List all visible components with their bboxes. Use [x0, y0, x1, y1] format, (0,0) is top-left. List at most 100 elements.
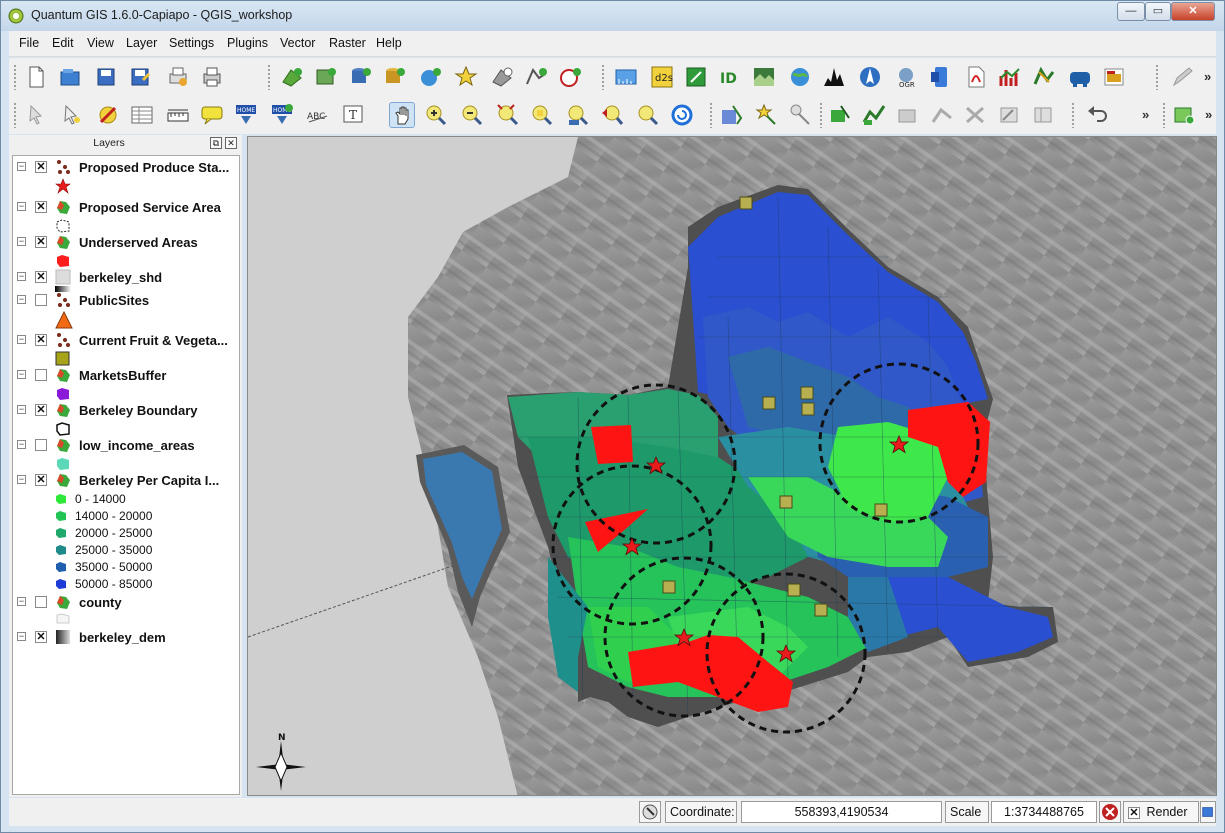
- collapse-toggle-icon[interactable]: −: [17, 237, 26, 246]
- undock-panel-icon[interactable]: ⧉: [210, 137, 222, 149]
- measure-line-icon[interactable]: [613, 64, 639, 90]
- render-checkbox[interactable]: ✕: [1128, 806, 1140, 819]
- menu-raster[interactable]: Raster: [329, 36, 366, 50]
- toolbar-grip[interactable]: [1071, 102, 1075, 128]
- layer-visibility-checkbox[interactable]: ✕: [35, 474, 47, 486]
- toggle-coordinate-capture-icon[interactable]: [639, 801, 661, 823]
- new-bookmark-icon[interactable]: HOME: [233, 102, 259, 128]
- raster-calculator-icon[interactable]: [751, 64, 777, 90]
- menu-plugins[interactable]: Plugins: [227, 36, 268, 50]
- north-arrow-icon[interactable]: [857, 64, 883, 90]
- layer-properties-icon[interactable]: [1101, 64, 1127, 90]
- ogr-converter-icon[interactable]: OGR: [893, 64, 919, 90]
- toolbar-grip[interactable]: [13, 102, 17, 128]
- toolbar-overflow-chevron-icon[interactable]: »: [1142, 107, 1149, 122]
- layer-item-proposed-service-area[interactable]: − ✕ Proposed Service Area: [13, 198, 239, 218]
- close-panel-icon[interactable]: ✕: [225, 137, 237, 149]
- select-features-icon[interactable]: [59, 102, 85, 128]
- add-vector-layer-icon[interactable]: [279, 64, 305, 90]
- toolbar-overflow-chevron-icon[interactable]: »: [1205, 107, 1212, 122]
- menu-layer[interactable]: Layer: [126, 36, 157, 50]
- attribute-table-icon[interactable]: [129, 102, 155, 128]
- node-tool-icon[interactable]: [963, 102, 989, 128]
- map-canvas[interactable]: N: [247, 136, 1217, 796]
- render-toggle[interactable]: ✕ Render: [1123, 801, 1199, 823]
- merge-features-icon[interactable]: [1031, 102, 1057, 128]
- delete-feature-icon[interactable]: [787, 102, 813, 128]
- menu-vector[interactable]: Vector: [280, 36, 315, 50]
- layer-visibility-checkbox[interactable]: ✕: [35, 201, 47, 213]
- layer-item-marketsbuffer[interactable]: − MarketsBuffer: [13, 366, 239, 386]
- toolbar-overflow-chevron-icon[interactable]: »: [1204, 69, 1211, 84]
- layer-visibility-checkbox[interactable]: [35, 294, 47, 306]
- layer-visibility-checkbox[interactable]: [35, 596, 47, 608]
- label-tool-icon[interactable]: ABC: [305, 102, 331, 128]
- layer-visibility-checkbox[interactable]: [35, 369, 47, 381]
- capture-line-icon[interactable]: [861, 102, 887, 128]
- deselect-icon[interactable]: [95, 102, 121, 128]
- toolbar-grip[interactable]: [601, 64, 605, 90]
- add-point-feature-icon[interactable]: [753, 102, 779, 128]
- add-raster-layer-icon[interactable]: [313, 64, 339, 90]
- save-as-icon[interactable]: [127, 64, 153, 90]
- message-log-icon[interactable]: [1200, 801, 1216, 823]
- measure-tool-icon[interactable]: [165, 102, 191, 128]
- remove-layer-icon[interactable]: [489, 64, 515, 90]
- collapse-toggle-icon[interactable]: −: [17, 202, 26, 211]
- layer-visibility-checkbox[interactable]: ✕: [35, 236, 47, 248]
- zoom-last-icon[interactable]: [599, 102, 625, 128]
- scale-field[interactable]: 1:3734488765: [991, 801, 1097, 823]
- layer-visibility-checkbox[interactable]: ✕: [35, 271, 47, 283]
- add-wfs-layer-icon[interactable]: [523, 64, 549, 90]
- menu-settings[interactable]: Settings: [169, 36, 214, 50]
- collapse-toggle-icon[interactable]: −: [17, 370, 26, 379]
- gps-tools-icon[interactable]: [683, 64, 709, 90]
- add-delimited-text-icon[interactable]: [557, 64, 583, 90]
- layer-visibility-checkbox[interactable]: ✕: [35, 631, 47, 643]
- pan-map-icon[interactable]: [389, 102, 415, 128]
- add-wms-layer-icon[interactable]: [417, 64, 443, 90]
- layer-item-berkeley-boundary[interactable]: − ✕ Berkeley Boundary: [13, 401, 239, 421]
- elephant-icon[interactable]: [1067, 64, 1093, 90]
- open-project-icon[interactable]: [57, 64, 83, 90]
- add-spatialite-layer-icon[interactable]: [381, 64, 407, 90]
- toolbar-grip[interactable]: [1155, 64, 1159, 90]
- collapse-toggle-icon[interactable]: −: [17, 632, 26, 641]
- text-annotation-icon[interactable]: T: [341, 102, 367, 128]
- add-postgis-layer-icon[interactable]: [347, 64, 373, 90]
- toolbar-grip[interactable]: [267, 64, 271, 90]
- collapse-toggle-icon[interactable]: −: [17, 597, 26, 606]
- coordinate-field[interactable]: 558393,4190534: [741, 801, 942, 823]
- zoom-full-icon[interactable]: [495, 102, 521, 128]
- layer-item-low-income-areas[interactable]: − low_income_areas: [13, 436, 239, 456]
- pdf-export-icon[interactable]: [963, 64, 989, 90]
- print-icon[interactable]: [199, 64, 225, 90]
- layer-visibility-checkbox[interactable]: [35, 439, 47, 451]
- edit-pencil-icon[interactable]: [1169, 64, 1195, 90]
- layer-visibility-checkbox[interactable]: ✕: [35, 334, 47, 346]
- map-tips-icon[interactable]: [199, 102, 225, 128]
- d2s-icon[interactable]: d2s: [649, 64, 675, 90]
- capture-ring-icon[interactable]: [895, 102, 921, 128]
- layer-item-publicsites[interactable]: − PublicSites: [13, 291, 239, 311]
- print-composer-icon[interactable]: [165, 64, 191, 90]
- collapse-toggle-icon[interactable]: −: [17, 440, 26, 449]
- toolbar-grip[interactable]: [13, 64, 17, 90]
- map-drawing[interactable]: N: [248, 137, 1217, 796]
- zoom-to-selection-icon[interactable]: [529, 102, 555, 128]
- menu-file[interactable]: File: [19, 36, 39, 50]
- interpolation-icon[interactable]: ID: [717, 64, 743, 90]
- grass-tools-icon[interactable]: [1031, 64, 1057, 90]
- collapse-toggle-icon[interactable]: −: [17, 162, 26, 171]
- collapse-toggle-icon[interactable]: −: [17, 335, 26, 344]
- show-bookmarks-icon[interactable]: HOME: [269, 102, 295, 128]
- collapse-toggle-icon[interactable]: −: [17, 272, 26, 281]
- new-layer-plugin-icon[interactable]: [1171, 102, 1197, 128]
- close-button[interactable]: ✕: [1171, 2, 1215, 21]
- histogram-icon[interactable]: [821, 64, 847, 90]
- menu-edit[interactable]: Edit: [52, 36, 74, 50]
- stop-render-icon[interactable]: [1099, 801, 1121, 823]
- zoom-next-icon[interactable]: [635, 102, 661, 128]
- new-project-icon[interactable]: [23, 64, 49, 90]
- layer-item-county[interactable]: − county: [13, 593, 239, 613]
